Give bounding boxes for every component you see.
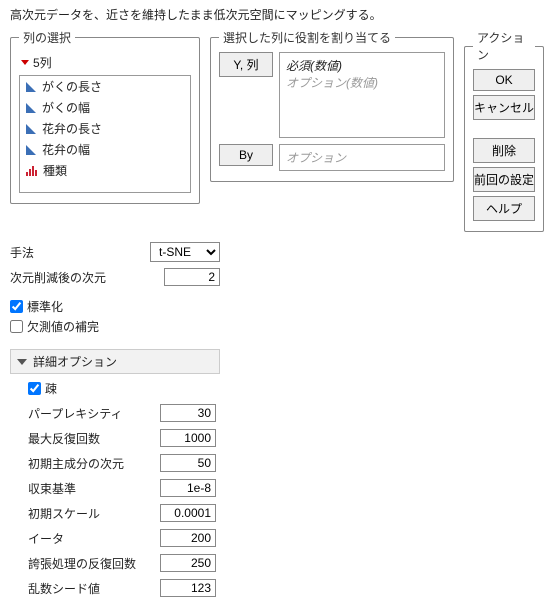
impute-label: 欠測値の補完 xyxy=(27,318,99,335)
advanced-param-label: 誇張処理の反復回数 xyxy=(28,555,136,572)
advanced-param-label: 初期主成分の次元 xyxy=(28,455,124,472)
advanced-param-row: パープレキシティ xyxy=(28,404,216,422)
standardize-check-row[interactable]: 標準化 xyxy=(10,298,220,315)
advanced-param-input[interactable] xyxy=(160,554,216,572)
advanced-param-input[interactable] xyxy=(160,479,216,497)
advanced-param-label: 初期スケール xyxy=(28,505,100,522)
column-item[interactable]: 花弁の長さ xyxy=(20,118,190,139)
advanced-param-input[interactable] xyxy=(160,454,216,472)
y-optional-text: オプション(数値) xyxy=(286,74,438,91)
column-item-label: 花弁の幅 xyxy=(42,141,90,158)
description-text: 高次元データを、近さを維持したまま低次元空間にマッピングする。 xyxy=(10,6,549,23)
advanced-param-label: パープレキシティ xyxy=(28,405,123,422)
by-optional-text: オプション xyxy=(286,151,346,165)
method-label: 手法 xyxy=(10,244,144,261)
column-item[interactable]: 種類 xyxy=(20,160,190,181)
advanced-param-row: 乱数シード値 xyxy=(28,579,216,597)
advanced-param-label: イータ xyxy=(28,530,64,547)
actions-group: アクション OK キャンセル 削除 前回の設定 ヘルプ xyxy=(464,29,544,232)
delete-button[interactable]: 削除 xyxy=(473,138,535,163)
column-item[interactable]: がくの幅 xyxy=(20,97,190,118)
help-button[interactable]: ヘルプ xyxy=(473,196,535,221)
continuous-icon xyxy=(26,103,36,113)
advanced-param-label: 乱数シード値 xyxy=(28,580,100,597)
prev-settings-button[interactable]: 前回の設定 xyxy=(473,167,535,192)
dim-label: 次元削減後の次元 xyxy=(10,269,158,286)
advanced-param-row: 最大反復回数 xyxy=(28,429,216,447)
ok-button[interactable]: OK xyxy=(473,69,535,91)
disclosure-icon xyxy=(17,359,27,365)
column-select-legend: 列の選択 xyxy=(19,29,75,46)
standardize-label: 標準化 xyxy=(27,298,63,315)
y-column-button[interactable]: Y, 列 xyxy=(219,52,273,77)
actions-legend: アクション xyxy=(473,29,535,63)
dropdown-icon xyxy=(21,60,29,65)
column-list[interactable]: がくの長さがくの幅花弁の長さ花弁の幅種類 xyxy=(19,75,191,193)
continuous-icon xyxy=(26,145,36,155)
advanced-param-input[interactable] xyxy=(160,404,216,422)
standardize-checkbox[interactable] xyxy=(10,300,23,313)
advanced-param-row: 初期主成分の次元 xyxy=(28,454,216,472)
advanced-param-row: 誇張処理の反復回数 xyxy=(28,554,216,572)
impute-checkbox[interactable] xyxy=(10,320,23,333)
advanced-param-label: 収束基準 xyxy=(28,480,76,497)
advanced-param-row: 初期スケール xyxy=(28,504,216,522)
fast-label: 疎 xyxy=(45,380,57,397)
advanced-param-input[interactable] xyxy=(160,529,216,547)
advanced-header[interactable]: 詳細オプション xyxy=(10,349,220,374)
by-button[interactable]: By xyxy=(219,144,273,166)
column-item[interactable]: 花弁の幅 xyxy=(20,139,190,160)
impute-check-row[interactable]: 欠測値の補完 xyxy=(10,318,220,335)
column-item-label: がくの幅 xyxy=(42,99,90,116)
column-item[interactable]: がくの長さ xyxy=(20,76,190,97)
advanced-header-label: 詳細オプション xyxy=(33,353,117,370)
continuous-icon xyxy=(26,124,36,134)
column-item-label: 種類 xyxy=(43,162,67,179)
column-count-row[interactable]: 5列 xyxy=(19,52,191,75)
column-item-label: 花弁の長さ xyxy=(42,120,102,137)
fast-checkbox[interactable] xyxy=(28,382,41,395)
column-item-label: がくの長さ xyxy=(42,78,102,95)
nominal-icon xyxy=(26,166,37,176)
column-count-label: 5列 xyxy=(33,54,52,71)
cancel-button[interactable]: キャンセル xyxy=(473,95,535,120)
method-select[interactable]: t-SNE xyxy=(150,242,220,262)
dim-input[interactable] xyxy=(164,268,220,286)
advanced-param-input[interactable] xyxy=(160,579,216,597)
advanced-param-input[interactable] xyxy=(160,504,216,522)
y-required-text: 必須(数値) xyxy=(286,57,438,74)
advanced-param-label: 最大反復回数 xyxy=(28,430,100,447)
advanced-param-row: イータ xyxy=(28,529,216,547)
continuous-icon xyxy=(26,82,36,92)
column-select-group: 列の選択 5列 がくの長さがくの幅花弁の長さ花弁の幅種類 xyxy=(10,29,200,204)
fast-check-row[interactable]: 疎 xyxy=(28,380,216,397)
roles-legend: 選択した列に役割を割り当てる xyxy=(219,29,395,46)
advanced-param-input[interactable] xyxy=(160,429,216,447)
y-column-box[interactable]: 必須(数値) オプション(数値) xyxy=(279,52,445,138)
advanced-param-row: 収束基準 xyxy=(28,479,216,497)
roles-group: 選択した列に役割を割り当てる Y, 列 必須(数値) オプション(数値) By … xyxy=(210,29,454,182)
by-box[interactable]: オプション xyxy=(279,144,445,171)
